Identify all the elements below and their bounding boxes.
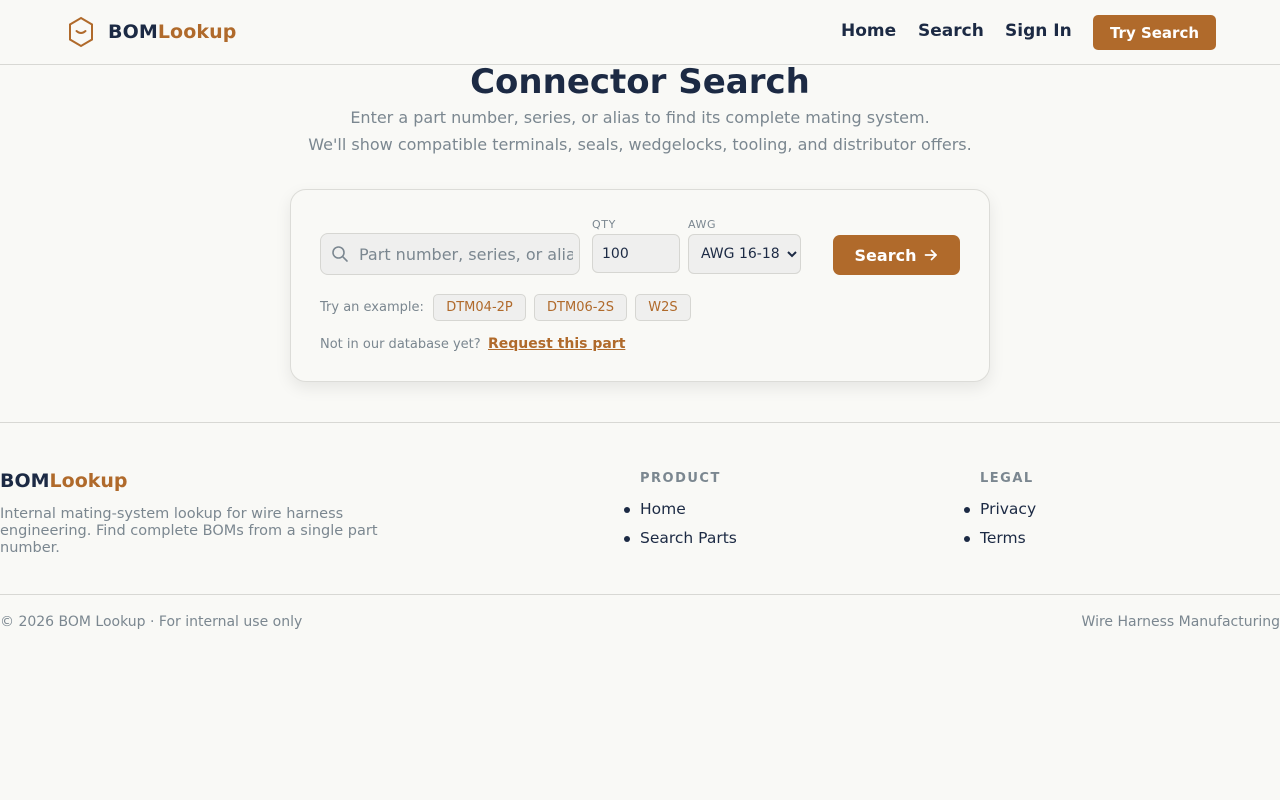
list-bullet <box>964 507 970 513</box>
list-bullet <box>624 507 630 513</box>
footer-legal-heading: LEGAL <box>980 471 1034 486</box>
page-subtitle-secondary: We'll show compatible terminals, seals, … <box>308 135 972 154</box>
brand-accent: Lookup <box>157 21 237 43</box>
brand-primary: BOM <box>108 21 158 43</box>
search-icon <box>332 246 348 262</box>
search-input[interactable] <box>359 234 573 274</box>
footer-link-terms[interactable]: Terms <box>980 529 1026 547</box>
examples-label: Try an example: <box>320 300 424 315</box>
footer-link-search-parts[interactable]: Search Parts <box>640 529 737 547</box>
qty-label: QTY <box>592 218 616 231</box>
request-part-link[interactable]: Request this part <box>488 336 625 352</box>
request-prompt: Not in our database yet? <box>320 337 481 352</box>
awg-label: AWG <box>688 218 717 231</box>
footer-product-heading: PRODUCT <box>640 471 721 486</box>
footer-brand-accent: Lookup <box>49 470 128 492</box>
search-button-label: Search <box>854 245 917 265</box>
footer-tagline: Wire Harness Manufacturing <box>1081 614 1280 630</box>
nav-sign-in[interactable]: Sign In <box>1005 21 1072 41</box>
example-chip[interactable]: DTM04-2P <box>433 294 526 321</box>
footer-bottom-divider <box>0 594 1280 595</box>
quantity-input[interactable] <box>592 234 680 273</box>
page-title: Connector Search <box>470 62 810 102</box>
awg-select[interactable]: AWG 16-18 <box>688 234 801 274</box>
footer-link-privacy[interactable]: Privacy <box>980 500 1036 518</box>
logo[interactable]: BOMLookup <box>68 16 236 48</box>
footer-brand: BOMLookup <box>0 470 128 492</box>
list-bullet <box>964 536 970 542</box>
copyright-text: © 2026 BOM Lookup · For internal use onl… <box>0 614 303 630</box>
example-chip[interactable]: DTM06-2S <box>534 294 627 321</box>
footer-divider <box>0 422 1280 423</box>
list-bullet <box>624 536 630 542</box>
search-button[interactable]: Search <box>833 235 960 275</box>
hexagon-logo-icon <box>69 16 93 48</box>
search-card: QTY AWG AWG 16-18 Search Try an example:… <box>290 189 990 382</box>
page-subtitle: Enter a part number, series, or alias to… <box>350 108 930 127</box>
search-field[interactable] <box>320 233 580 275</box>
footer-brand-primary: BOM <box>0 470 50 492</box>
nav-home[interactable]: Home <box>841 21 896 41</box>
site-header: BOMLookup Home Search Sign In Try Search <box>0 0 1280 65</box>
arrow-right-icon <box>925 249 938 261</box>
nav-search[interactable]: Search <box>918 21 984 41</box>
brand-name: BOMLookup <box>108 21 236 43</box>
try-search-button[interactable]: Try Search <box>1093 15 1216 50</box>
example-chip[interactable]: W2S <box>635 294 691 321</box>
footer-description: Internal mating-system lookup for wire h… <box>0 506 378 556</box>
footer-link-home[interactable]: Home <box>640 500 686 518</box>
